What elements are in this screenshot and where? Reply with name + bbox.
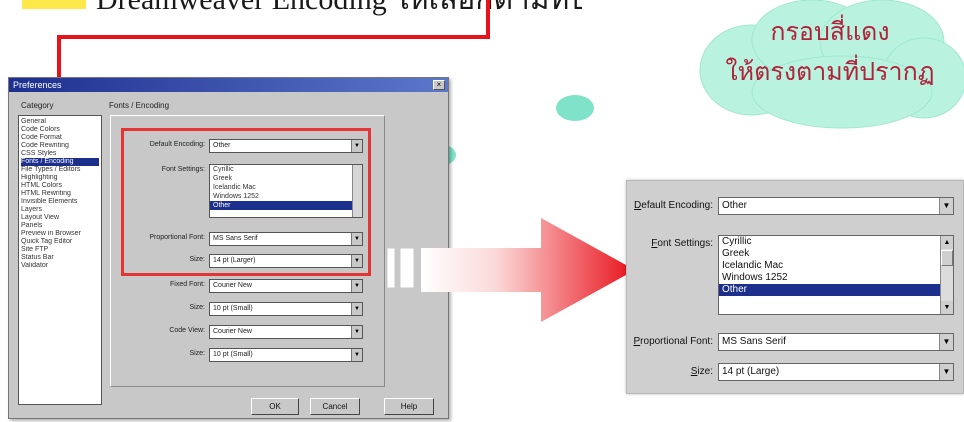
category-item[interactable]: Quick Tag Editor bbox=[21, 238, 99, 246]
code-view-value: Courier New bbox=[213, 328, 252, 335]
size-row-3: Size: 10 pt (Small) ▼ bbox=[189, 348, 363, 362]
chevron-down-icon[interactable]: ▼ bbox=[351, 349, 362, 361]
zoom-proportional-font-select[interactable]: MS Sans Serif ▼ bbox=[718, 333, 954, 351]
chevron-down-icon[interactable]: ▼ bbox=[939, 364, 953, 380]
zoom-font-settings-option-selected[interactable]: Other bbox=[719, 284, 953, 296]
zoom-proportional-font-label-rest: roportional Font: bbox=[640, 336, 713, 347]
zoom-default-encoding-value: Other bbox=[722, 200, 748, 211]
zoom-font-settings-option[interactable]: Icelandic Mac bbox=[719, 260, 953, 272]
zoom-font-settings-label: Font Settings: bbox=[651, 235, 713, 253]
scroll-thumb[interactable] bbox=[941, 250, 953, 266]
code-view-row: Code View: Courier New ▼ bbox=[169, 325, 363, 339]
category-list[interactable]: General Code Colors Code Format Code Rew… bbox=[18, 115, 102, 405]
category-item[interactable]: Code Format bbox=[21, 134, 99, 142]
ok-button[interactable]: OK bbox=[251, 398, 299, 415]
zoom-font-settings-list[interactable]: Cyrillic Greek Icelandic Mac Windows 125… bbox=[718, 235, 954, 315]
category-item[interactable]: Invisible Elements bbox=[21, 198, 99, 206]
right-arrow-icon bbox=[386, 218, 635, 322]
zoom-font-settings-scrollbar[interactable]: ▲ ▼ bbox=[940, 236, 953, 314]
fixed-font-label: Fixed Font: bbox=[169, 281, 205, 288]
help-button[interactable]: Help bbox=[384, 398, 434, 415]
size-value: 10 pt (Small) bbox=[213, 351, 253, 358]
zoom-size-value: 14 pt (Large) bbox=[722, 366, 780, 377]
category-item[interactable]: Code Rewriting bbox=[21, 142, 99, 150]
category-item[interactable]: Validator bbox=[21, 262, 99, 270]
highlight-box bbox=[121, 128, 371, 276]
zoom-proportional-font-label: Proportional Font: bbox=[634, 333, 714, 351]
category-item[interactable]: Status Bar bbox=[21, 254, 99, 262]
zoom-default-encoding-label-rest: efault Encoding: bbox=[641, 200, 713, 211]
section-title: Fonts / Encoding bbox=[109, 101, 170, 110]
zoom-font-settings-label-rest: ont Settings: bbox=[657, 238, 713, 249]
category-item-selected[interactable]: Fonts / Encoding bbox=[21, 158, 99, 166]
dialog-titlebar: Preferences × bbox=[9, 78, 448, 92]
category-item[interactable]: Preview in Browser bbox=[21, 230, 99, 238]
fixed-font-value: Courier New bbox=[213, 282, 252, 289]
code-view-select[interactable]: Courier New ▼ bbox=[209, 325, 363, 339]
category-item[interactable]: HTML Rewriting bbox=[21, 190, 99, 198]
zoom-font-settings-option[interactable]: Cyrillic bbox=[719, 236, 953, 248]
top-heading: Dreamweaver Encoding ให้เลือกตามที่ปรากฏ bbox=[22, 0, 582, 20]
close-icon[interactable]: × bbox=[433, 80, 445, 90]
fixed-font-select[interactable]: Courier New ▼ bbox=[209, 279, 363, 293]
category-item[interactable]: File Types / Editors bbox=[21, 166, 99, 174]
zoom-font-settings-option[interactable]: Greek bbox=[719, 248, 953, 260]
zoom-size-label-rest: ize: bbox=[697, 366, 713, 377]
category-item[interactable]: Panels bbox=[21, 222, 99, 230]
connector-line-vertical-right bbox=[486, 0, 490, 39]
zoom-default-encoding-label: Default Encoding: bbox=[634, 197, 713, 215]
zoom-size-select[interactable]: 14 pt (Large) ▼ bbox=[718, 363, 954, 381]
chevron-down-icon[interactable]: ▼ bbox=[351, 303, 362, 315]
code-view-label: Code View: bbox=[169, 327, 205, 334]
dialog-title: Preferences bbox=[13, 80, 62, 90]
zoom-size-label: Size: bbox=[691, 363, 713, 381]
cancel-button[interactable]: Cancel bbox=[310, 398, 360, 415]
category-item[interactable]: Layout View bbox=[21, 214, 99, 222]
zoomed-encoding-panel: Default Encoding: Other ▼ Font Settings:… bbox=[626, 180, 964, 394]
size-select[interactable]: 10 pt (Small) ▼ bbox=[209, 348, 363, 362]
cloud-line-2: ให้ตรงตามที่ปรากฏ bbox=[725, 57, 935, 86]
size-label: Size: bbox=[189, 350, 205, 357]
category-item[interactable]: HTML Colors bbox=[21, 182, 99, 190]
category-item[interactable]: General bbox=[21, 118, 99, 126]
category-item[interactable]: Code Colors bbox=[21, 126, 99, 134]
scroll-down-icon[interactable]: ▼ bbox=[941, 301, 953, 314]
fixed-font-row: Fixed Font: Courier New ▼ bbox=[170, 279, 363, 293]
zoom-font-settings-option[interactable]: Windows 1252 bbox=[719, 272, 953, 284]
heading-text: Dreamweaver Encoding ให้เลือกตามที่ปรากฏ bbox=[96, 0, 582, 16]
chevron-down-icon[interactable]: ▼ bbox=[939, 198, 953, 214]
chevron-down-icon[interactable]: ▼ bbox=[939, 334, 953, 350]
category-item[interactable]: Highlighting bbox=[21, 174, 99, 182]
chevron-down-icon[interactable]: ▼ bbox=[351, 280, 362, 292]
cloud-text: กรอบสี่แดง ให้ตรงตามที่ปรากฏ bbox=[700, 12, 960, 92]
category-label: Category bbox=[21, 101, 54, 110]
scroll-up-icon[interactable]: ▲ bbox=[941, 236, 953, 249]
highlight-mark bbox=[22, 0, 86, 10]
category-item[interactable]: Layers bbox=[21, 206, 99, 214]
category-item[interactable]: Site FTP bbox=[21, 246, 99, 254]
mint-blob-large bbox=[556, 95, 594, 121]
size-select[interactable]: 10 pt (Small) ▼ bbox=[209, 302, 363, 316]
size-row-2: Size: 10 pt (Small) ▼ bbox=[189, 302, 363, 316]
size-label: Size: bbox=[189, 304, 205, 311]
zoom-default-encoding-select[interactable]: Other ▼ bbox=[718, 197, 954, 215]
chevron-down-icon[interactable]: ▼ bbox=[351, 326, 362, 338]
cloud-line-1: กรอบสี่แดง bbox=[770, 17, 890, 46]
size-value: 10 pt (Small) bbox=[213, 305, 253, 312]
category-item[interactable]: CSS Styles bbox=[21, 150, 99, 158]
zoom-proportional-font-value: MS Sans Serif bbox=[722, 336, 786, 347]
connector-line-horizontal bbox=[57, 35, 489, 39]
